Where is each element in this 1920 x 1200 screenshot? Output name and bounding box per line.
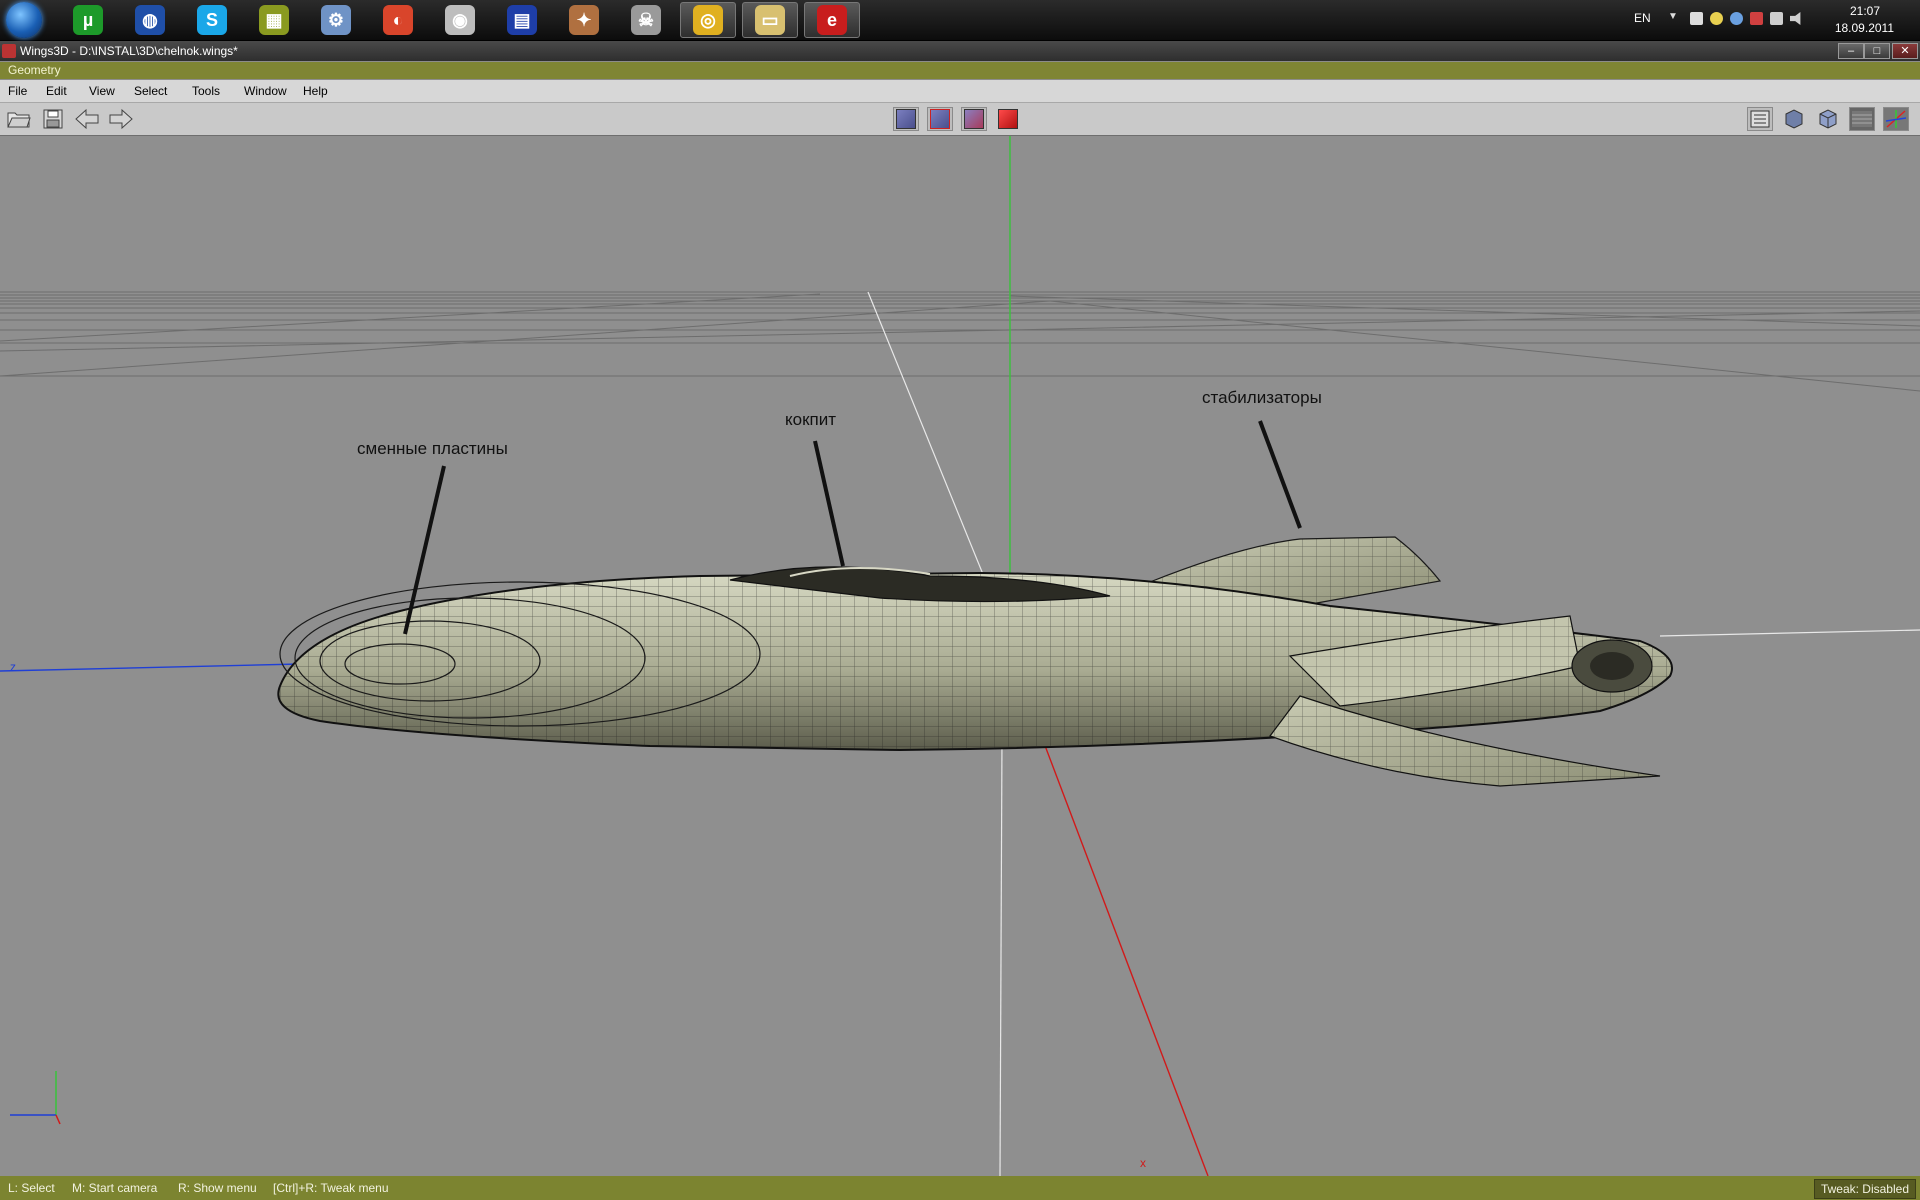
skype-icon: S — [197, 5, 227, 35]
edge-select-icon[interactable] — [927, 107, 953, 131]
menu-edit[interactable]: Edit — [46, 84, 67, 98]
grid-axis-line — [867, 291, 1001, 617]
tray-sun-icon[interactable] — [1710, 12, 1723, 25]
taskbar-app-button[interactable]: e — [804, 2, 860, 38]
x-axis-line — [1029, 705, 1209, 1176]
taskbar-app-button[interactable]: ▦ — [246, 2, 302, 38]
taskbar-app-button[interactable]: ◍ — [122, 2, 178, 38]
floppy-icon: ▤ — [507, 5, 537, 35]
axis-gizmo — [10, 1071, 61, 1125]
taskbar-app-button[interactable]: µ — [60, 2, 116, 38]
annotation-replaceable-plates: сменные пластины — [357, 439, 508, 458]
chrome-icon: ◎ — [693, 5, 723, 35]
speaker-icon: ◉ — [445, 5, 475, 35]
taskbar-app-button[interactable]: ⚙ — [308, 2, 364, 38]
taskbar-app-button[interactable]: ▤ — [494, 2, 550, 38]
taskbar-app-button[interactable]: ☠ — [618, 2, 674, 38]
minimize-button[interactable]: – — [1838, 43, 1864, 59]
taskbar: µ ◍ S ▦ ⚙ ◐ ◉ ▤ ✦ ☠ ◎ ▭ e EN ▼ 21:07 18.09.2011 — [0, 0, 1920, 41]
z-axis-label: z — [10, 660, 16, 674]
open-icon[interactable] — [6, 107, 32, 131]
spaceship-model — [277, 536, 1673, 787]
window-title: Wings3D - D:\INSTAL\3D\chelnok.wings* — [20, 44, 238, 58]
tray-update-icon[interactable] — [1730, 12, 1743, 25]
hint-camera: M: Start camera — [72, 1181, 158, 1195]
tools-icon: ⚙ — [321, 5, 351, 35]
wireframe-toggle-icon[interactable] — [1849, 107, 1875, 131]
menu-tools[interactable]: Tools — [192, 84, 220, 98]
google-earth-icon: ◍ — [135, 5, 165, 35]
tray-app-icon[interactable] — [1690, 12, 1703, 25]
taskbar-app-button[interactable]: ◐ — [370, 2, 426, 38]
body-select-icon[interactable] — [995, 107, 1021, 131]
game-icon: ✦ — [569, 5, 599, 35]
z-axis-line — [0, 663, 301, 672]
y-axis-down-line — [999, 735, 1003, 1176]
flat-shade-icon[interactable] — [1815, 107, 1841, 131]
close-button[interactable]: ✕ — [1892, 43, 1918, 59]
taskbar-app-button[interactable]: ◉ — [432, 2, 488, 38]
toolbar — [0, 103, 1920, 136]
wolf-icon: ☠ — [631, 5, 661, 35]
annotation-stabilizers: стабилизаторы — [1202, 388, 1322, 407]
axes-toggle-icon[interactable] — [1883, 107, 1909, 131]
taskbar-app-button[interactable]: ◎ — [680, 2, 736, 38]
undo-icon[interactable] — [74, 107, 100, 131]
status-bar: L: Select M: Start camera R: Show menu [… — [0, 1176, 1920, 1200]
menu-file[interactable]: File — [8, 84, 27, 98]
menu-select[interactable]: Select — [134, 84, 167, 98]
system-tray: EN ▼ 21:07 18.09.2011 — [1600, 0, 1920, 40]
menu-bar: File Edit View Select Tools Window Help — [0, 80, 1920, 103]
volume-icon[interactable] — [1790, 12, 1801, 25]
explorer-icon: ▭ — [755, 5, 785, 35]
clock-date[interactable]: 18.09.2011 — [1835, 21, 1894, 35]
redo-icon[interactable] — [108, 107, 134, 131]
erlang-icon: e — [817, 5, 847, 35]
vertex-select-icon[interactable] — [893, 107, 919, 131]
stabilizers-pointer-line — [1258, 420, 1302, 529]
workmode-icon[interactable] — [1747, 107, 1773, 131]
clock-time[interactable]: 21:07 — [1850, 4, 1880, 18]
menu-view[interactable]: View — [89, 84, 115, 98]
start-button[interactable] — [6, 2, 42, 38]
save-icon[interactable] — [40, 107, 66, 131]
taskbar-app-button[interactable]: S — [184, 2, 240, 38]
viewport-scene — [0, 136, 1920, 1176]
z-axis-back-line — [1659, 629, 1920, 637]
smooth-shade-icon[interactable] — [1781, 107, 1807, 131]
browser-icon: ◐ — [383, 5, 413, 35]
geometry-viewport[interactable]: сменные пластины кокпит стабилизаторы z … — [0, 136, 1920, 1176]
archive-icon: ▦ — [259, 5, 289, 35]
tweak-status[interactable]: Tweak: Disabled — [1813, 1179, 1916, 1199]
ground-grid — [0, 291, 1920, 392]
menu-help[interactable]: Help — [303, 84, 328, 98]
taskbar-app-button[interactable]: ▭ — [742, 2, 798, 38]
face-select-icon[interactable] — [961, 107, 987, 131]
cockpit-pointer-line — [813, 440, 845, 567]
taskbar-app-button[interactable]: ✦ — [556, 2, 612, 38]
hint-tweak-menu: [Ctrl]+R: Tweak menu — [273, 1181, 389, 1195]
geometry-window-header[interactable]: Geometry — [0, 62, 1920, 79]
utorrent-icon: µ — [73, 5, 103, 35]
maximize-button[interactable]: □ — [1864, 43, 1890, 59]
menu-window[interactable]: Window — [244, 84, 287, 98]
wings3d-app-icon — [2, 44, 16, 58]
x-axis-label: x — [1140, 1156, 1146, 1170]
window-titlebar[interactable]: Wings3D - D:\INSTAL\3D\chelnok.wings* – … — [0, 41, 1920, 61]
language-indicator[interactable]: EN — [1634, 11, 1651, 25]
network-icon[interactable] — [1770, 12, 1783, 25]
annotation-cockpit: кокпит — [785, 410, 837, 429]
tray-expand-icon[interactable]: ▼ — [1668, 11, 1678, 22]
hint-show-menu: R: Show menu — [178, 1181, 257, 1195]
action-center-flag-icon[interactable] — [1750, 12, 1763, 25]
hint-select: L: Select — [8, 1181, 55, 1195]
